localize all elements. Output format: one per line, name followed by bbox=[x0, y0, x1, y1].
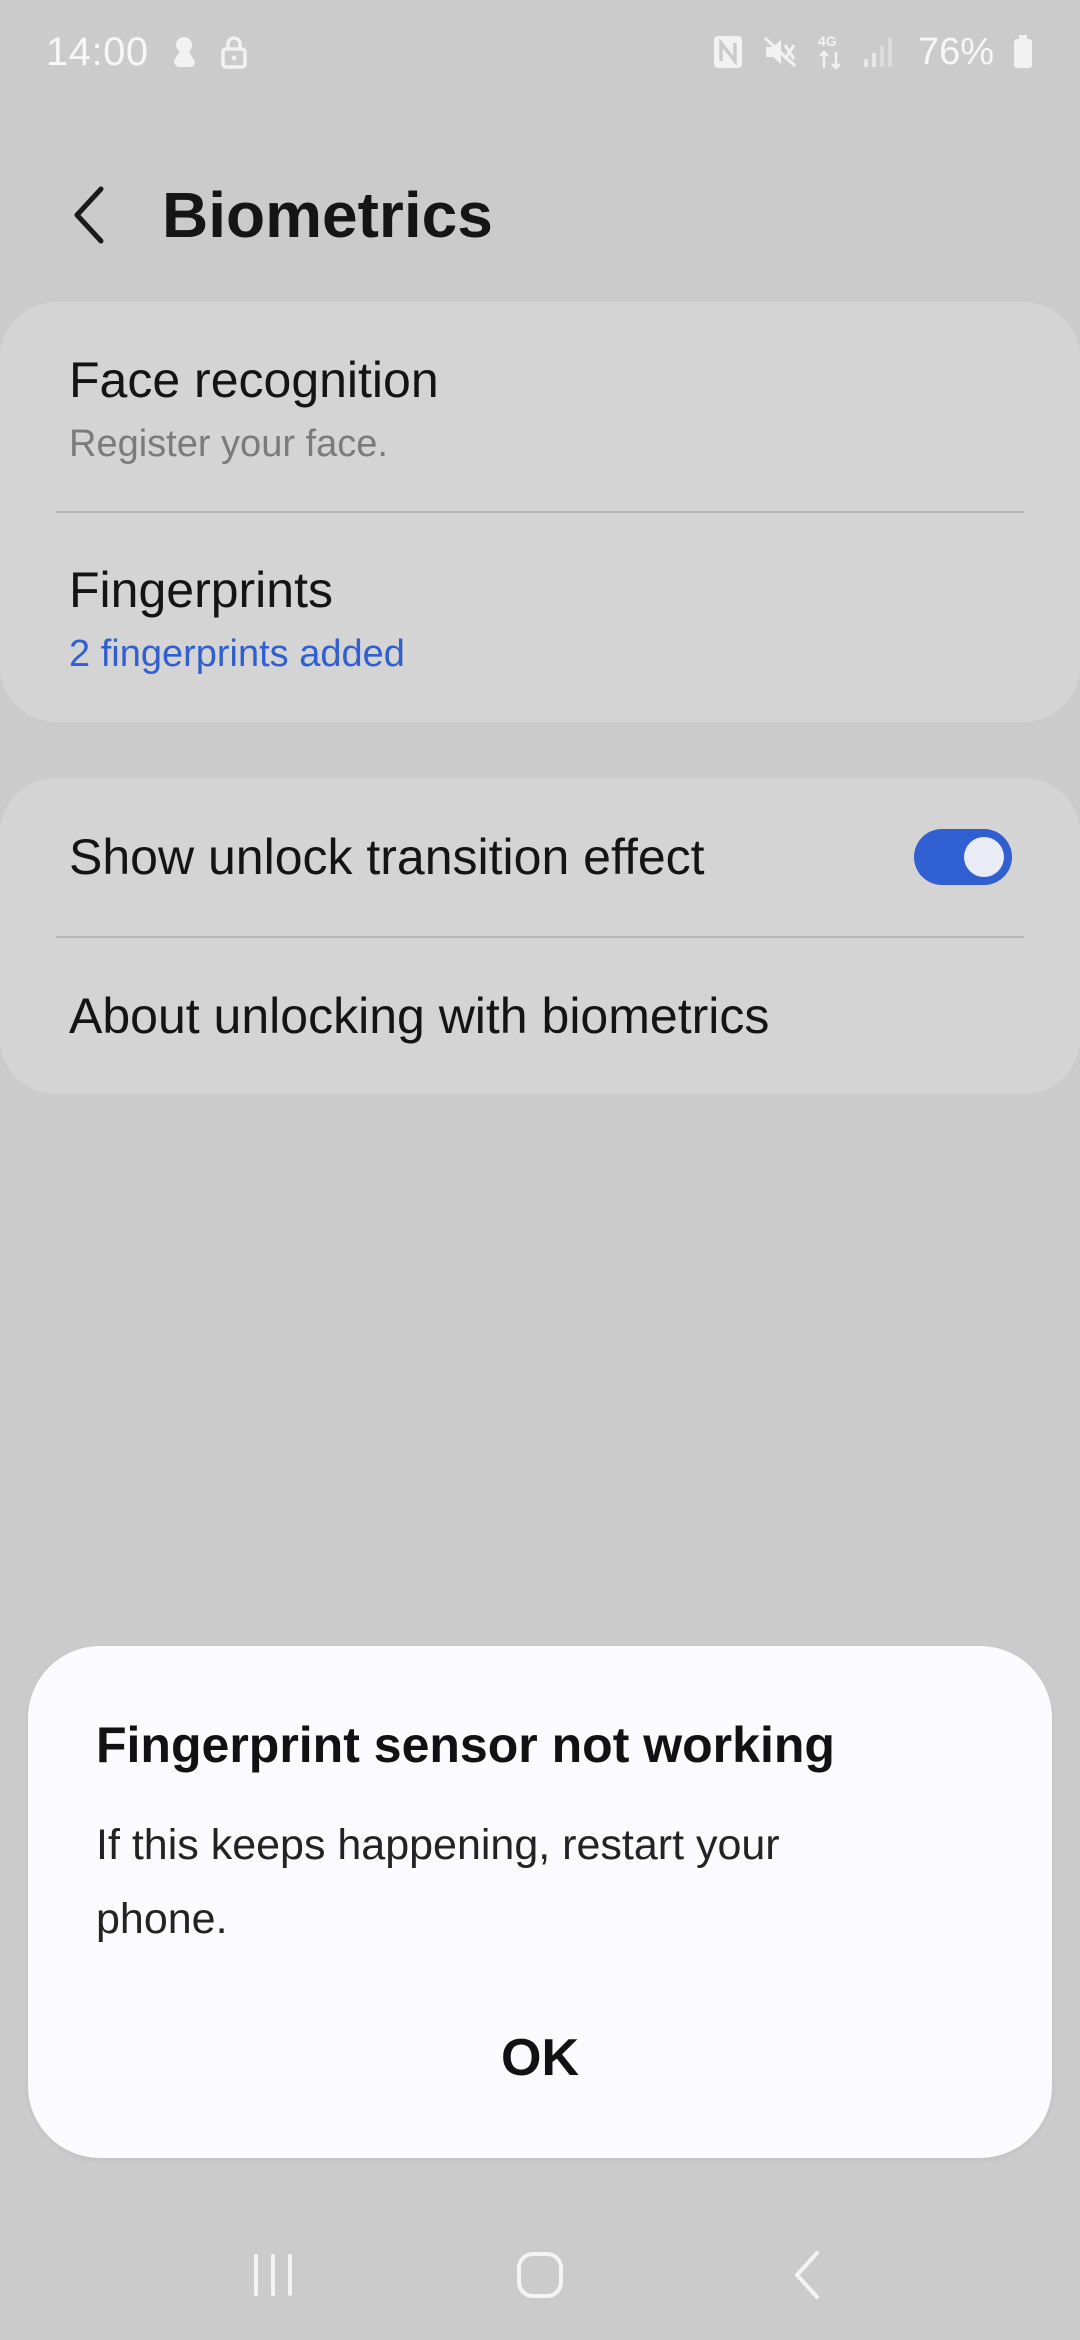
ok-button[interactable]: OK bbox=[28, 2028, 1052, 2088]
recent-apps-icon bbox=[254, 2254, 293, 2296]
hands-notification-icon bbox=[167, 33, 201, 71]
4g-icon: 4G bbox=[816, 32, 844, 72]
dialog-title: Fingerprint sensor not working bbox=[96, 1717, 835, 1773]
mute-icon bbox=[762, 34, 798, 70]
fingerprints-item[interactable]: Fingerprints 2 fingerprints added bbox=[0, 560, 1080, 678]
navigation-bar bbox=[0, 2210, 1080, 2340]
home-icon bbox=[516, 2252, 563, 2298]
app-header: Biometrics bbox=[0, 160, 1080, 270]
recent-apps-button[interactable] bbox=[213, 2225, 333, 2325]
svg-text:4G: 4G bbox=[818, 33, 837, 49]
fingerprints-subtitle: 2 fingerprints added bbox=[69, 633, 405, 675]
face-recognition-item[interactable]: Face recognition Register your face. bbox=[0, 350, 1080, 468]
signal-icon bbox=[862, 35, 894, 69]
unlock-transition-item[interactable]: Show unlock transition effect bbox=[0, 778, 1080, 936]
status-left: 14:00 bbox=[46, 30, 249, 75]
fingerprints-title: Fingerprints bbox=[69, 562, 333, 618]
status-bar: 14:00 4G 76% bbox=[0, 0, 1080, 104]
about-biometrics-item[interactable]: About unlocking with biometrics bbox=[0, 938, 1080, 1094]
divider bbox=[56, 511, 1024, 513]
home-button[interactable] bbox=[480, 2225, 600, 2325]
back-button[interactable] bbox=[44, 170, 134, 260]
biometrics-card: Face recognition Register your face. Fin… bbox=[0, 302, 1080, 722]
back-nav-button[interactable] bbox=[747, 2225, 867, 2325]
battery-percentage: 76% bbox=[917, 30, 994, 73]
face-recognition-subtitle: Register your face. bbox=[69, 423, 388, 465]
unlock-settings-card: Show unlock transition effect About unlo… bbox=[0, 778, 1080, 1094]
about-biometrics-title: About unlocking with biometrics bbox=[69, 988, 770, 1044]
dialog-message: If this keeps happening, restart your ph… bbox=[96, 1821, 780, 1943]
fingerprint-error-dialog: Fingerprint sensor not working If this k… bbox=[28, 1646, 1052, 2158]
back-chevron-icon bbox=[74, 186, 104, 244]
battery-icon bbox=[1012, 34, 1034, 70]
toggle-knob bbox=[964, 837, 1004, 877]
unlock-transition-title: Show unlock transition effect bbox=[69, 829, 705, 885]
status-right: 4G 76% bbox=[712, 31, 1034, 74]
page-title: Biometrics bbox=[162, 179, 493, 251]
unlock-transition-toggle[interactable] bbox=[914, 829, 1012, 885]
face-recognition-title: Face recognition bbox=[69, 352, 439, 408]
lock-icon bbox=[219, 33, 249, 71]
nfc-icon bbox=[712, 34, 744, 70]
status-time: 14:00 bbox=[46, 29, 149, 74]
back-icon bbox=[794, 2251, 819, 2299]
